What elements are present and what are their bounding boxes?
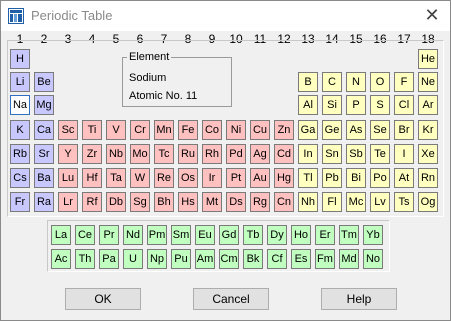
element-button-bk[interactable]: Bk	[243, 249, 263, 269]
element-button-dy[interactable]: Dy	[267, 225, 287, 245]
element-button-ac[interactable]: Ac	[51, 249, 71, 269]
window-title: Periodic Table	[31, 8, 113, 23]
element-button-np[interactable]: Np	[147, 249, 167, 269]
element-button-er[interactable]: Er	[315, 225, 335, 245]
periodic-table-dialog: Periodic Table ✕ 1 2 3 4 5 6 7 8 9 10 11 12 13 14 15 16…	[0, 0, 451, 321]
help-button[interactable]: Help	[321, 288, 397, 310]
element-button-fm[interactable]: Fm	[315, 249, 335, 269]
title-bar: Periodic Table ✕	[1, 1, 450, 31]
element-button-md[interactable]: Md	[339, 249, 359, 269]
element-button-pu[interactable]: Pu	[171, 249, 191, 269]
element-button-pa[interactable]: Pa	[99, 249, 119, 269]
element-button-ce[interactable]: Ce	[75, 225, 95, 245]
close-icon[interactable]: ✕	[422, 5, 442, 25]
app-icon	[8, 8, 24, 24]
element-button-cm[interactable]: Cm	[219, 249, 239, 269]
element-button-am[interactable]: Am	[195, 249, 215, 269]
element-button-u[interactable]: U	[123, 249, 143, 269]
element-button-gd[interactable]: Gd	[219, 225, 239, 245]
element-button-tm[interactable]: Tm	[339, 225, 359, 245]
element-button-no[interactable]: No	[363, 249, 383, 269]
cancel-button[interactable]: Cancel	[193, 288, 269, 310]
main-table-frame	[7, 40, 444, 217]
ok-button[interactable]: OK	[65, 288, 141, 310]
element-button-la[interactable]: La	[51, 225, 71, 245]
element-button-pr[interactable]: Pr	[99, 225, 119, 245]
element-button-ho[interactable]: Ho	[291, 225, 311, 245]
element-button-es[interactable]: Es	[291, 249, 311, 269]
element-button-cf[interactable]: Cf	[267, 249, 287, 269]
element-button-sm[interactable]: Sm	[171, 225, 191, 245]
element-button-tb[interactable]: Tb	[243, 225, 263, 245]
element-button-pm[interactable]: Pm	[147, 225, 167, 245]
element-button-yb[interactable]: Yb	[363, 225, 383, 245]
element-button-th[interactable]: Th	[75, 249, 95, 269]
element-button-eu[interactable]: Eu	[195, 225, 215, 245]
element-button-nd[interactable]: Nd	[123, 225, 143, 245]
